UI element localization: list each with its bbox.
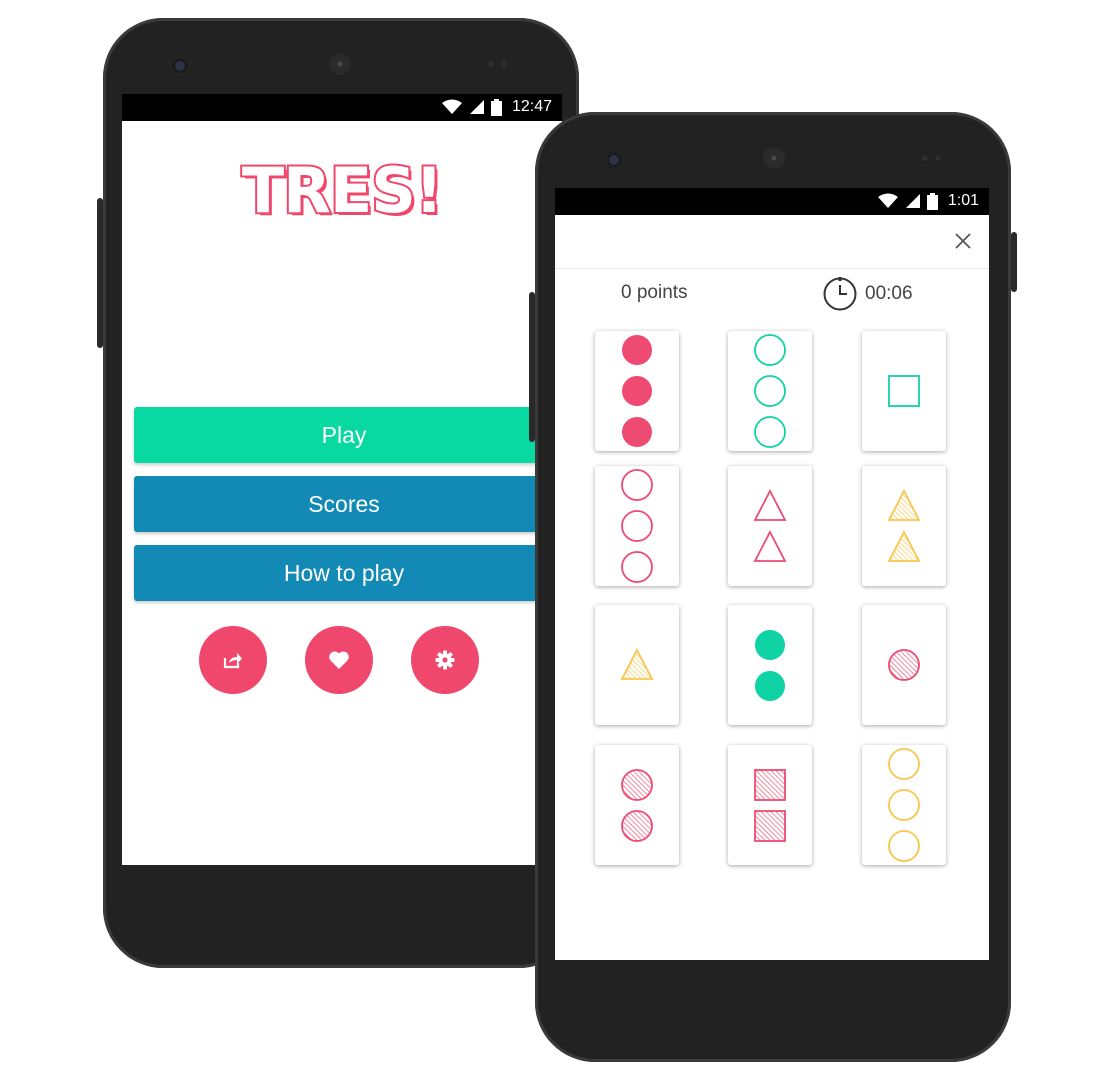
light-sensor (935, 155, 941, 161)
game-card[interactable] (728, 605, 812, 725)
status-bar: 12:47 (122, 94, 562, 121)
triangle-shape-icon (620, 648, 654, 680)
game-card[interactable] (862, 466, 946, 586)
game-card[interactable] (595, 605, 679, 725)
circle-shape-icon (755, 670, 785, 701)
main-menu-screen: 12:47 TRES! Play Scores How to play (122, 94, 562, 865)
earpiece-speaker (763, 147, 785, 169)
game-timer: 00:06 (823, 277, 913, 311)
game-card[interactable] (595, 745, 679, 865)
circle-shape-icon (754, 334, 786, 366)
how-to-play-button[interactable]: How to play (134, 545, 554, 601)
circle-shape-icon (621, 551, 653, 583)
status-time: 1:01 (947, 192, 979, 209)
circle-shape-icon (888, 649, 920, 681)
circle-shape-icon (621, 510, 653, 542)
app-logo: TRES! (240, 152, 445, 229)
battery-icon (926, 192, 938, 210)
circle-shape-icon (621, 768, 653, 801)
signal-icon (905, 194, 920, 208)
power-button (1011, 232, 1017, 292)
game-card[interactable] (728, 466, 812, 586)
game-card[interactable] (862, 605, 946, 725)
phone-main-menu: 12:47 TRES! Play Scores How to play (97, 18, 579, 968)
game-card[interactable] (595, 466, 679, 586)
scores-button[interactable]: Scores (134, 476, 554, 532)
game-card[interactable] (728, 331, 812, 451)
circle-shape-icon (622, 376, 652, 406)
volume-button (529, 292, 535, 442)
wifi-icon (877, 193, 898, 208)
circle-shape-icon (754, 375, 786, 407)
triangle-shape-icon (753, 529, 787, 562)
circle-shape-icon (755, 629, 785, 660)
game-card[interactable] (728, 745, 812, 865)
proximity-sensor (488, 61, 494, 67)
battery-icon (490, 98, 502, 116)
game-card[interactable] (595, 331, 679, 451)
triangle-shape-icon (887, 488, 921, 521)
phone-game-board: 1:01 0 points 00:06 (529, 112, 1017, 1062)
circle-shape-icon (621, 469, 653, 501)
earpiece-speaker (329, 53, 351, 75)
share-button[interactable] (199, 626, 267, 694)
share-icon (223, 653, 242, 669)
game-top-bar (555, 215, 989, 269)
gear-icon (435, 650, 455, 670)
circle-shape-icon (621, 809, 653, 842)
circle-shape-icon (754, 416, 786, 448)
game-card[interactable] (862, 745, 946, 865)
game-card[interactable] (862, 331, 946, 451)
light-sensor (501, 61, 507, 67)
status-time: 12:47 (511, 98, 552, 115)
circle-shape-icon (888, 748, 920, 780)
triangle-shape-icon (887, 529, 921, 562)
game-screen: 1:01 0 points 00:06 (555, 188, 989, 960)
front-camera (609, 155, 619, 165)
triangle-shape-icon (753, 488, 787, 521)
status-bar: 1:01 (555, 188, 989, 215)
circle-shape-icon (622, 335, 652, 365)
square-shape-icon (754, 809, 786, 842)
points-counter: 0 points (621, 282, 688, 303)
volume-button (97, 198, 103, 348)
timer-value: 00:06 (865, 283, 913, 304)
close-icon[interactable] (953, 231, 973, 251)
front-camera (175, 61, 185, 71)
signal-icon (469, 100, 484, 114)
square-shape-icon (888, 375, 920, 407)
circle-shape-icon (622, 417, 652, 447)
proximity-sensor (922, 155, 928, 161)
settings-button[interactable] (411, 626, 479, 694)
circle-shape-icon (888, 789, 920, 821)
clock-icon (823, 277, 857, 311)
heart-icon (329, 651, 349, 669)
circle-shape-icon (888, 830, 920, 862)
favorite-button[interactable] (305, 626, 373, 694)
square-shape-icon (754, 768, 786, 801)
wifi-icon (441, 99, 462, 114)
play-button[interactable]: Play (134, 407, 554, 463)
